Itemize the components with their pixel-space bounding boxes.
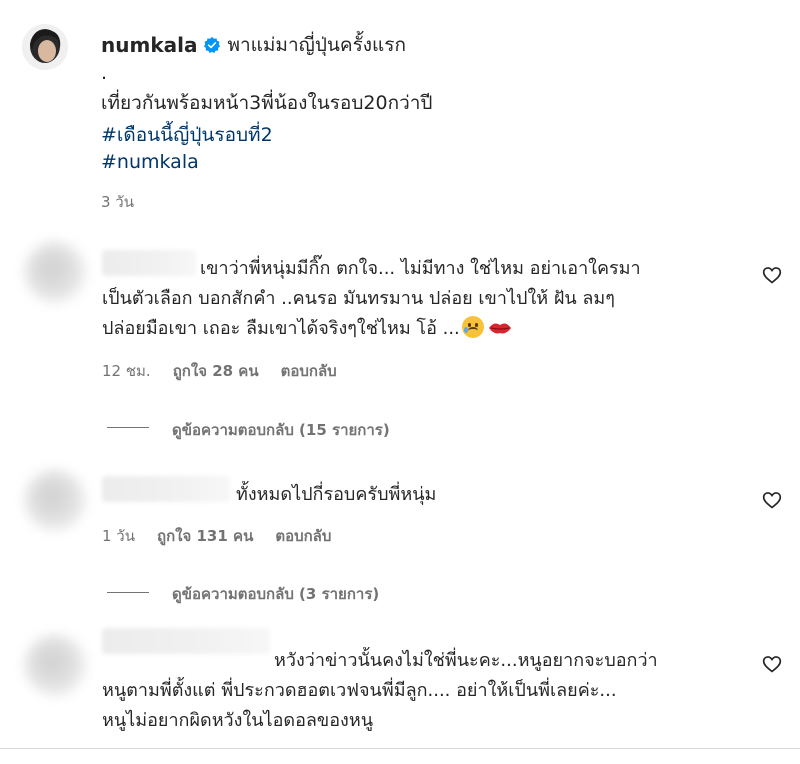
post-title: พาแม่มาญี่ปุ่นครั้งแรก: [227, 34, 407, 56]
post-caption: เที่ยวกันพร้อมหน้า3พี่น้องในรอบ20กว่าปี: [101, 92, 433, 114]
view-replies-button[interactable]: ดูข้อความตอบกลับ (15 รายการ): [172, 418, 390, 442]
comment-line: หนูตามพี่ตั้งแต่ พี่ประกวดฮอตเวฟจนพี่มีล…: [102, 680, 617, 701]
comment-line: ปล่อยมือเขา เถอะ ลืมเขาได้จริงๆใช่ไหม โอ…: [102, 318, 460, 339]
post-author-avatar[interactable]: [22, 24, 68, 70]
replies-divider-line: [107, 427, 149, 428]
reply-button[interactable]: ตอบกลับ: [275, 524, 331, 548]
like-heart-icon[interactable]: [762, 490, 782, 510]
comment-text: เขาว่าพี่หนุ่มมีกิ๊ก ตกใจ... ไม่มีทาง ใช…: [102, 254, 752, 344]
comment-line: เขาว่าพี่หนุ่มมีกิ๊ก ตกใจ... ไม่มีทาง ใช…: [200, 258, 641, 279]
comment-line-with-emoji: ปล่อยมือเขา เถอะ ลืมเขาได้จริงๆใช่ไหม โอ…: [102, 314, 752, 344]
comment-avatar[interactable]: [25, 470, 85, 530]
sad-tear-emoji-icon: [461, 316, 484, 338]
like-heart-icon[interactable]: [762, 265, 782, 285]
verified-badge-icon: [204, 36, 221, 54]
post-caption-dot: .: [101, 62, 108, 84]
comment-like-count[interactable]: ถูกใจ 28 คน: [173, 359, 259, 383]
comment-meta: 1 วัน ถูกใจ 131 คน ตอบกลับ: [102, 524, 331, 548]
reply-button[interactable]: ตอบกลับ: [281, 359, 337, 383]
lips-emoji-icon: [488, 323, 511, 334]
comment-timestamp[interactable]: 12 ชม.: [102, 359, 151, 383]
comment-meta: 12 ชม. ถูกใจ 28 คน ตอบกลับ: [102, 359, 337, 383]
replies-divider-line: [107, 592, 149, 593]
post-timestamp[interactable]: 3 วัน: [101, 190, 134, 214]
comment-line: หวังว่าข่าวนั้นคงไม่ใช่พี่นะคะ...หนูอยาก…: [274, 650, 658, 671]
hashtag-link[interactable]: #numkala: [101, 151, 199, 173]
comment-text: หวังว่าข่าวนั้นคงไม่ใช่พี่นะคะ...หนูอยาก…: [102, 646, 752, 736]
comment-text: ทั้งหมดไปกี่รอบครับพี่หนุ่ม: [236, 484, 437, 505]
like-heart-icon[interactable]: [762, 654, 782, 674]
comment-timestamp[interactable]: 1 วัน: [102, 524, 135, 548]
post-username[interactable]: numkala: [101, 33, 197, 57]
hashtag-link[interactable]: #เดือนนี้ญี่ปุ่นรอบที่2: [101, 120, 273, 150]
comment-line: หนูไม่อยากผิดหวังในไอดอลของหนู: [102, 710, 374, 731]
avatar-photo-icon: [22, 24, 68, 70]
comment-username-redacted[interactable]: [102, 476, 230, 502]
comment-avatar[interactable]: [25, 635, 85, 695]
comment-like-count[interactable]: ถูกใจ 131 คน: [157, 524, 253, 548]
bottom-divider: [0, 748, 800, 749]
view-replies-button[interactable]: ดูข้อความตอบกลับ (3 รายการ): [172, 582, 379, 606]
post-header: numkala พาแม่มาญี่ปุ่นครั้งแรก: [101, 30, 406, 60]
comment-line: เป็นตัวเลือก บอกสักคำ ..คนรอ มันทรมาน ปล…: [102, 288, 615, 309]
comment-avatar[interactable]: [25, 242, 85, 302]
